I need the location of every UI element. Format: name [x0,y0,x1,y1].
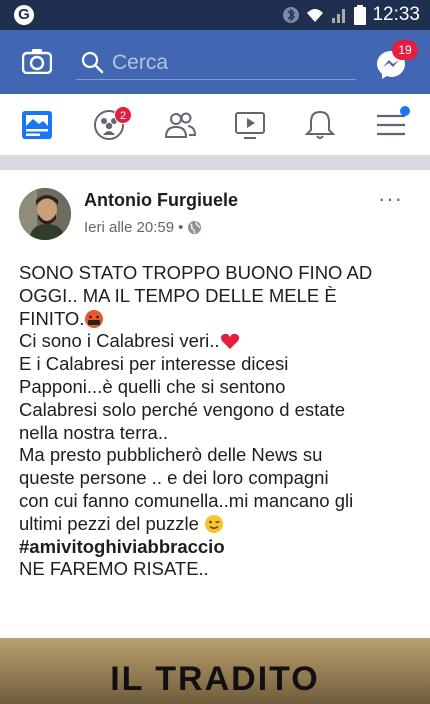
status-icons: 12:33 [282,4,420,26]
watch-icon[interactable] [233,108,267,142]
red-heart-icon [220,334,239,350]
bluetooth-icon [283,7,300,23]
post-line: OGGI.. MA IL TEMPO DELLE MELE È [19,284,337,306]
wifi-icon [307,9,324,22]
post-line: Calabresi solo perché vengono d estate [19,398,346,420]
post-author[interactable]: Antonio Furgiuele [84,190,238,211]
post-line: SONO STATO TROPPO BUONO FINO AD [19,262,373,283]
search-input[interactable]: Cerca [76,46,356,80]
angry-cursing-emoji-icon [85,309,104,328]
post-line: E i Calabresi per interesse dicesi [19,353,289,375]
avatar-photo [19,188,71,240]
shared-link-image[interactable]: IL TRADITO [0,638,430,704]
messenger-badge: 19 [392,40,418,60]
post-line: Ma presto pubblicherò delle News su [19,444,323,466]
hashtag-link[interactable]: #amivitoghiviabbraccio [19,536,419,559]
feed-separator [0,156,430,170]
post-line-text: Ci sono i Calabresi veri.. [19,330,220,352]
post-line: Ci sono i Calabresi veri.. [19,330,419,353]
link-image-title: IL TRADITO [110,660,320,698]
clock: 12:33 [372,4,420,25]
facebook-header: Cerca 19 [0,30,430,94]
post-line: NE FAREMO RISATE.. [19,558,209,580]
groups-badge: 2 [114,106,132,124]
battery-icon [354,5,367,25]
post-line: nella nostra terra.. [19,421,169,443]
friends-icon[interactable] [163,108,197,142]
post-line: Papponi...è quelli che si sentono [19,375,286,397]
app-notification-icon: G [14,5,34,25]
post-line: con cui fanno comunella..mi mancano gli [19,489,354,511]
post-text: SONO STATO TROPPO BUONO FINO AD OGGI.. M… [19,262,419,581]
status-bar: G 12:33 [0,0,430,30]
notifications-icon[interactable] [303,108,337,142]
signal-icon [332,9,346,23]
search-icon [81,51,104,74]
search-placeholder: Cerca [112,51,169,74]
menu-notification-dot [400,106,410,116]
post-line-text: FINITO. [19,307,85,329]
camera-icon[interactable] [22,48,52,74]
post-line: queste persone .. e dei loro compagni [19,467,329,489]
news-feed-icon[interactable] [20,108,54,142]
post-options-button[interactable]: ··· [378,186,403,212]
avatar[interactable] [19,188,71,240]
post-timestamp[interactable]: Ieri alle 20:59 [84,219,174,236]
post-line-text: ultimi pezzi del puzzle [19,512,205,534]
post-line: FINITO. [19,308,419,331]
winking-face-emoji-icon [205,514,224,533]
tab-bar: 2 [0,94,430,156]
post-meta: Ieri alle 20:59 • [84,219,202,236]
post-card: Antonio Furgiuele Ieri alle 20:59 • ··· … [0,170,430,704]
globe-icon [188,220,202,235]
post-line: ultimi pezzi del puzzle [19,513,419,536]
meta-separator: • [178,219,184,236]
